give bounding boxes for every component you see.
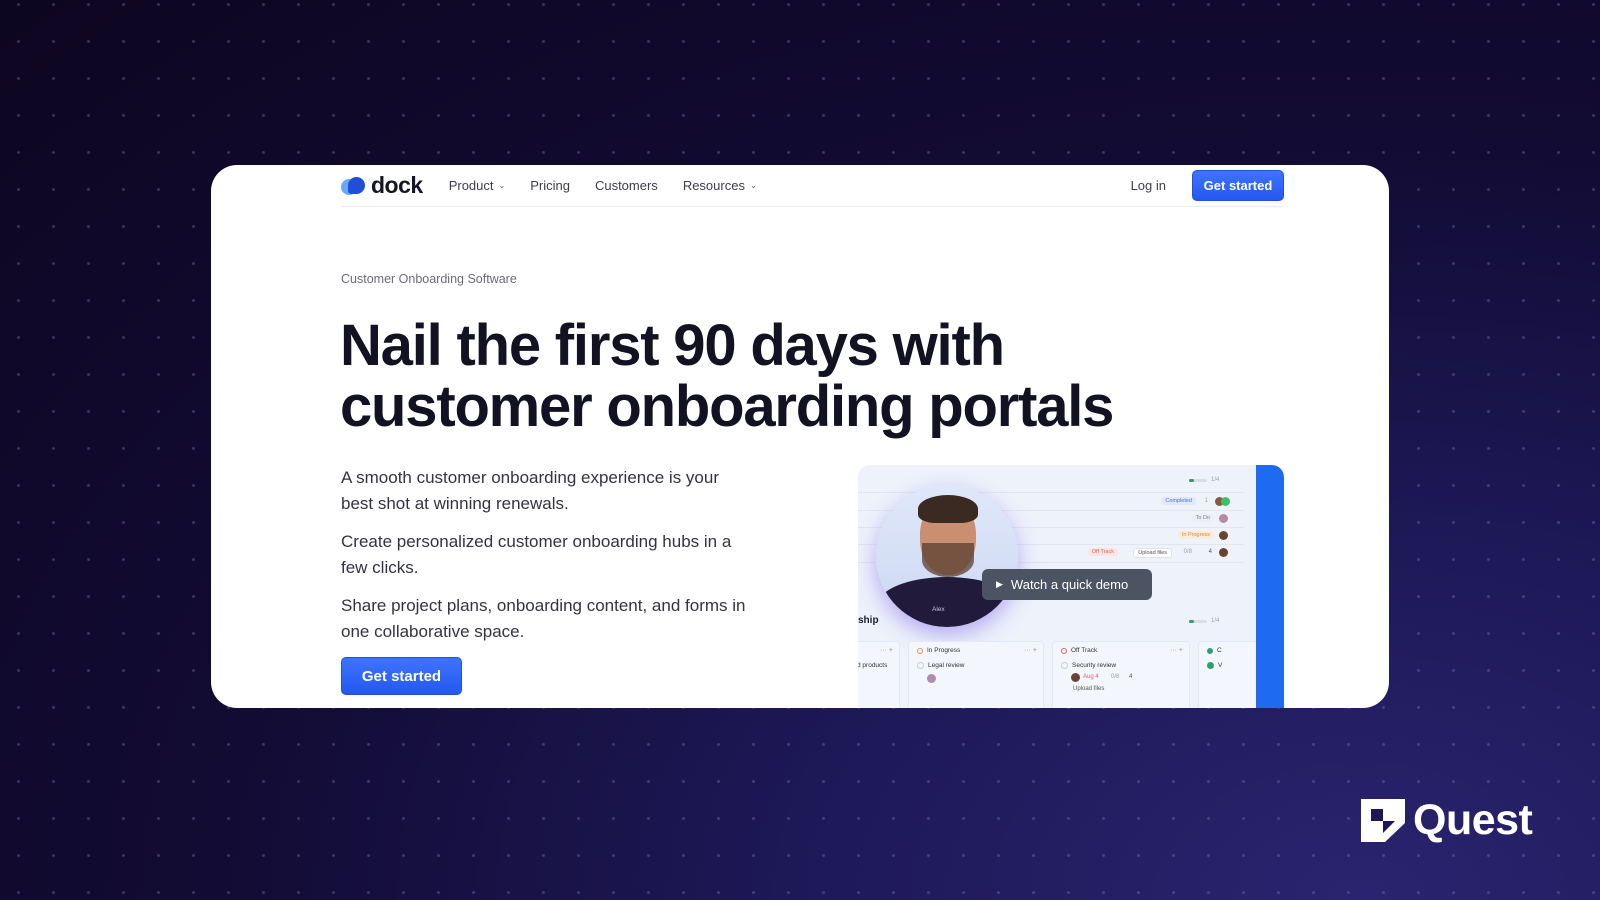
status-ring-icon: [1061, 647, 1067, 654]
hero-get-started-button[interactable]: Get started: [341, 657, 462, 695]
column-actions: ··· +: [1169, 647, 1183, 654]
nav-item-product[interactable]: Product ⌄: [449, 178, 506, 193]
website-screenshot-card: dock Product ⌄ Pricing Customers Resourc…: [211, 165, 1389, 708]
comment-count: 4: [1129, 674, 1133, 680]
chevron-down-icon: ⌄: [498, 181, 506, 190]
presenter-name: Alex: [932, 606, 945, 613]
nav-item-resources[interactable]: Resources ⌄: [683, 178, 757, 193]
column-actions: ··· +: [879, 647, 893, 654]
brand-name: dock: [371, 172, 423, 198]
task-item: Legal review: [917, 662, 965, 669]
status-badge-in-progress: In Progress: [1177, 531, 1214, 539]
progress-text: 1/4: [1211, 618, 1220, 624]
progress-bar: [1189, 620, 1207, 623]
headline-line-2: customer onboarding portals: [340, 374, 1114, 439]
avatar: [1219, 531, 1228, 540]
product-preview: 1/4 Completed 1 To Do In Progress Off Tr…: [858, 465, 1284, 708]
dock-logo[interactable]: dock: [341, 172, 423, 199]
avatar: [1219, 514, 1228, 523]
dock-logo-icon: [341, 176, 367, 195]
chevron-down-icon: ⌄: [749, 181, 757, 190]
play-icon: ▶: [996, 579, 1003, 589]
hero-paragraph-1: A smooth customer onboarding experience …: [341, 468, 719, 513]
avatar: [1071, 673, 1080, 682]
upload-files-button: Upload files: [1133, 548, 1172, 558]
hero-paragraph-3: Share project plans, onboarding content,…: [341, 596, 746, 641]
upload-files-label: Upload files: [1073, 686, 1105, 692]
quest-brand: Quest: [1413, 796, 1533, 844]
nav-item-pricing[interactable]: Pricing: [530, 178, 570, 193]
quest-logo-icon: [1361, 799, 1405, 842]
quest-watermark: Quest: [1361, 796, 1533, 844]
login-link[interactable]: Log in: [1131, 178, 1166, 193]
watch-demo-label: Watch a quick demo: [1010, 577, 1129, 592]
preview-accent-bar: [1256, 465, 1284, 708]
progress-text: 1/4: [1211, 477, 1220, 483]
hero-paragraph-2: Create personalized customer onboarding …: [341, 532, 732, 577]
task-item: Security review: [1061, 662, 1116, 669]
nav-get-started-button[interactable]: Get started: [1192, 170, 1284, 201]
status-ring-icon: [917, 647, 923, 654]
comment-count: 1: [1204, 498, 1208, 504]
headline-line-1: Nail the first 90 days with: [340, 313, 1005, 378]
top-navigation: dock Product ⌄ Pricing Customers Resourc…: [341, 165, 1284, 207]
comment-count: 4: [1208, 549, 1212, 555]
nav-item-customers[interactable]: Customers: [595, 178, 658, 193]
nav-item-label: Resources: [682, 178, 745, 193]
column-actions: ··· +: [1023, 647, 1037, 654]
watch-demo-button[interactable]: ▶ Watch a quick demo: [982, 569, 1152, 600]
avatar: [1221, 497, 1230, 506]
kanban-column: ··· + d products: [858, 641, 900, 708]
kanban-column-off-track: Off Track ··· + Security review Aug 4 0/…: [1052, 641, 1190, 708]
task-item: d products: [858, 662, 888, 669]
nav-item-label: Product: [448, 178, 494, 193]
status-badge-todo: To Do: [1191, 514, 1214, 522]
hero-headline: Nail the first 90 days with customer onb…: [340, 315, 1240, 437]
avatar: [1219, 548, 1228, 557]
due-date: Aug 4: [1083, 674, 1099, 680]
status-badge-completed: Completed: [1161, 497, 1196, 505]
task-count: 0/8: [1111, 674, 1120, 680]
eyebrow-label: Customer Onboarding Software: [341, 272, 517, 286]
kanban-column-completed: C V: [1198, 641, 1258, 708]
nav-item-label: Customers: [594, 178, 658, 193]
task-count: 0/8: [1183, 549, 1192, 555]
task-item: V: [1207, 662, 1222, 669]
status-badge-off-track: Off Track: [1087, 548, 1118, 556]
presenter-portrait: Alex: [876, 485, 1018, 627]
project-section-title: ship: [858, 615, 879, 626]
kanban-column-in-progress: In Progress ··· + Legal review: [908, 641, 1044, 708]
progress-bar: [1189, 479, 1207, 482]
nav-item-label: Pricing: [530, 178, 570, 193]
avatar: [927, 674, 936, 683]
status-ring-icon: [1207, 647, 1213, 654]
